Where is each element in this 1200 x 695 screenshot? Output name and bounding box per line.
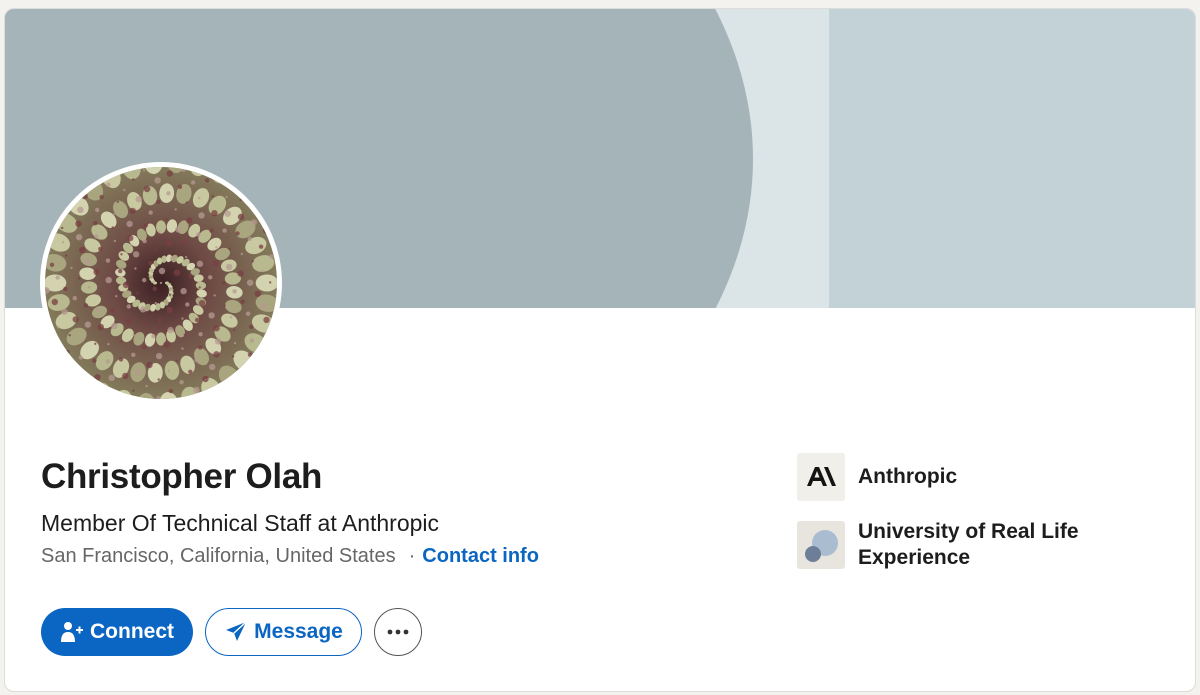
message-label: Message <box>254 620 343 643</box>
contact-info-link[interactable]: Contact info <box>422 545 539 568</box>
org-item-anthropic[interactable]: Anthropic <box>797 453 1098 501</box>
anthropic-logo-icon <box>797 453 845 501</box>
profile-card: Christopher Olah Member Of Technical Sta… <box>4 8 1196 692</box>
location-row: San Francisco, California, United States… <box>41 545 539 568</box>
connect-button[interactable]: Connect <box>41 608 193 656</box>
message-button[interactable]: Message <box>205 608 362 656</box>
university-logo-icon <box>797 521 845 569</box>
add-person-icon <box>61 622 83 642</box>
org-item-university[interactable]: University of Real Life Experience <box>797 520 1098 571</box>
profile-name: Christopher Olah <box>41 457 323 496</box>
profile-avatar[interactable] <box>40 162 282 404</box>
location-separator: · <box>408 545 416 567</box>
more-actions-button[interactable] <box>374 608 422 656</box>
org-name: Anthropic <box>858 465 958 488</box>
avatar-fractal-image <box>45 167 277 399</box>
send-icon <box>226 621 247 641</box>
profile-actions: Connect Message <box>41 608 422 656</box>
profile-headline: Member Of Technical Staff at Anthropic <box>41 510 440 536</box>
org-name: University of Real Life Experience <box>858 520 1079 569</box>
profile-location: San Francisco, California, United States <box>41 545 396 567</box>
more-horizontal-icon <box>387 629 409 635</box>
connect-label: Connect <box>90 620 174 643</box>
